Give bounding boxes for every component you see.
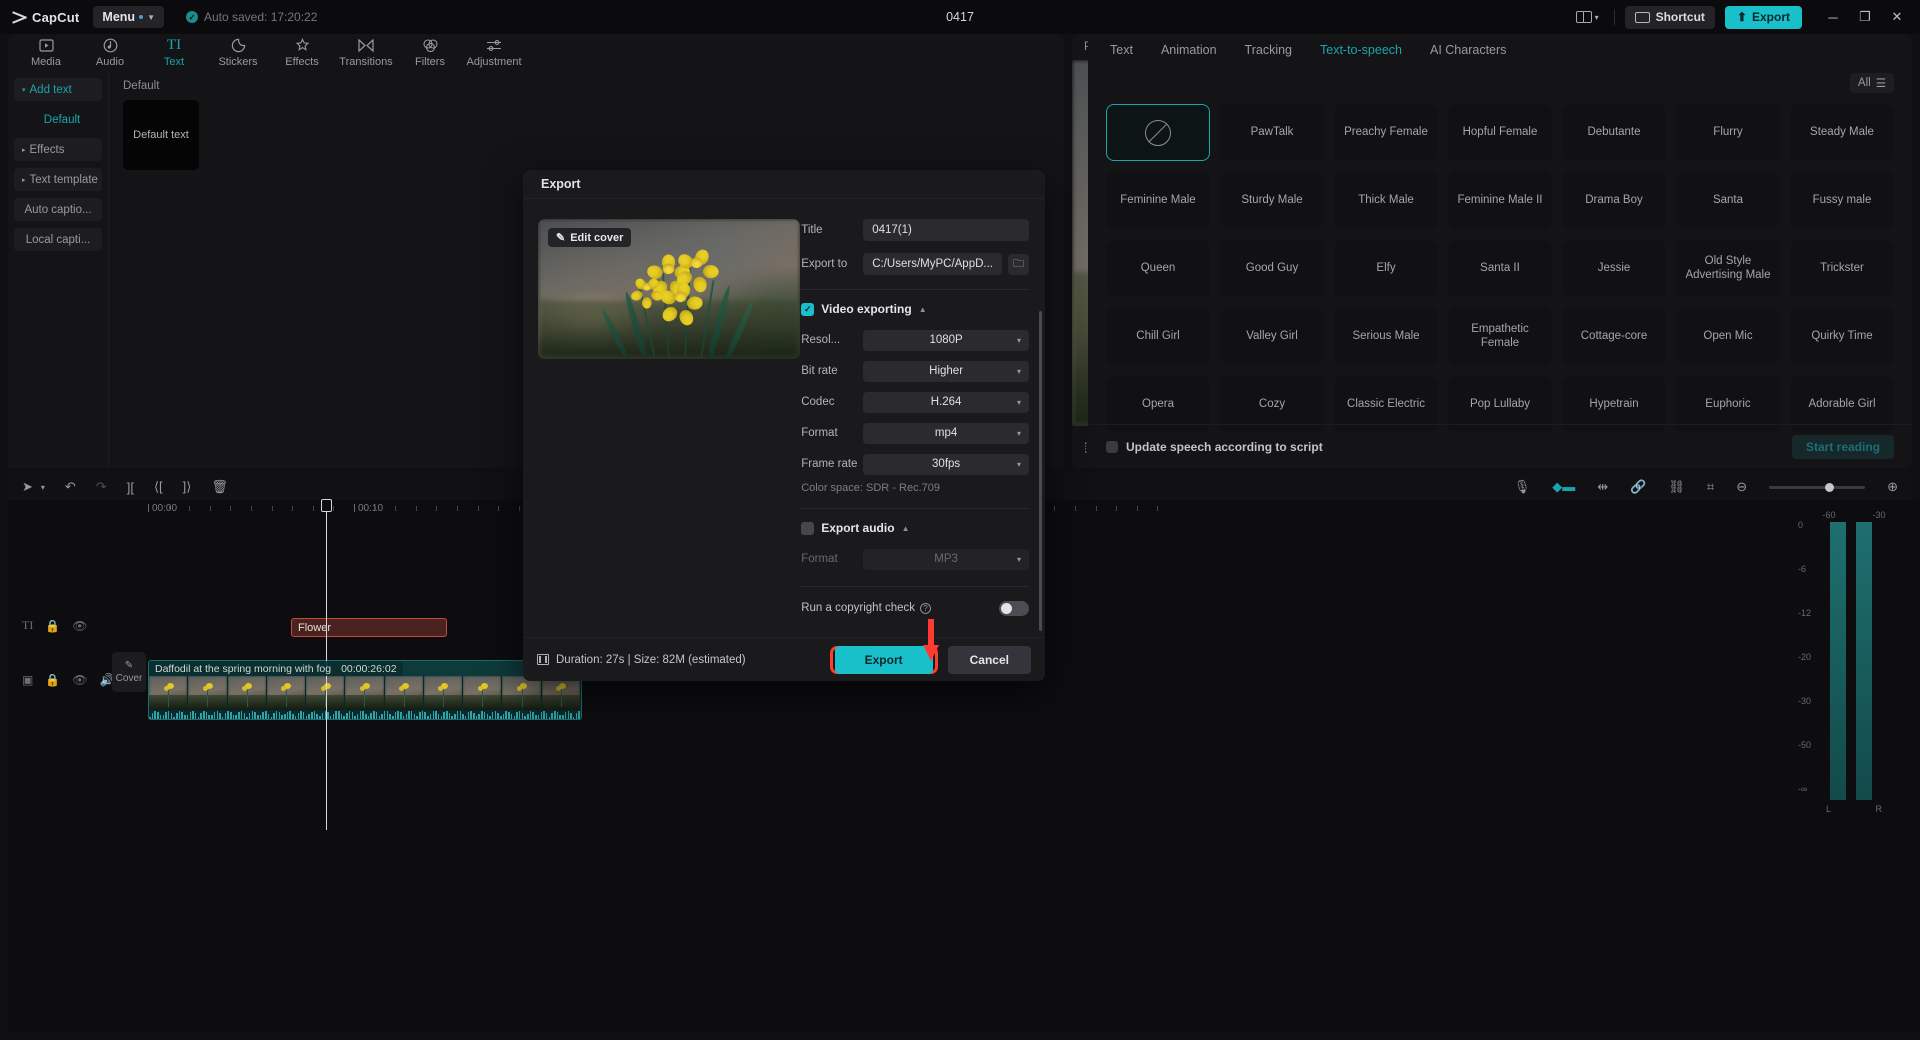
- setting-label: Resol...: [801, 334, 841, 346]
- divider: [801, 508, 1029, 509]
- annotation-arrow-icon: [923, 619, 939, 661]
- setting-value: H.264: [930, 396, 962, 408]
- export-dialog-footer: Duration: 27s | Size: 82M (estimated) Ex…: [523, 637, 1045, 681]
- setting-dropdown: MP3 ▾: [863, 548, 1029, 570]
- title-input[interactable]: 0417(1): [863, 219, 1029, 241]
- setting-dropdown[interactable]: 1080P ▾: [863, 329, 1029, 351]
- export-dialog-header: Export: [523, 170, 1045, 199]
- copyright-check-row: Run a copyright check ?: [801, 595, 1029, 621]
- title-label: Title: [801, 224, 823, 236]
- setting-value: 1080P: [929, 334, 963, 346]
- duration-size-text-wrap: Duration: 27s | Size: 82M (estimated): [537, 654, 746, 666]
- setting-label: Format: [801, 553, 838, 565]
- export-audio-label: Export audio: [821, 521, 895, 535]
- setting-dropdown[interactable]: Higher ▾: [863, 360, 1029, 382]
- export-to-input[interactable]: C:/Users/MyPC/AppD...: [863, 253, 1002, 275]
- browse-folder-button[interactable]: 🗀: [1008, 253, 1029, 275]
- export-dialog-title: Export: [541, 177, 581, 191]
- audio-settings-rows: Format MP3 ▾: [801, 546, 1029, 572]
- chevron-down-icon: ▾: [1016, 397, 1021, 407]
- setting-row: Format mp4 ▾: [801, 420, 1029, 446]
- chevron-down-icon: ▾: [1016, 366, 1021, 376]
- title-field-row: Title 0417(1): [801, 215, 1029, 245]
- cover-preview-section: ✎ Edit cover: [523, 199, 801, 637]
- chevron-down-icon: ▾: [1016, 428, 1021, 438]
- color-space-text: Color space: SDR - Rec.709: [801, 482, 940, 494]
- video-exporting-header: ✓ Video exporting ▲: [801, 302, 1029, 316]
- export-audio-header: Export audio ▲: [801, 521, 1029, 535]
- cover-thumbnail[interactable]: ✎ Edit cover: [538, 219, 800, 359]
- pencil-icon: ✎: [556, 232, 566, 244]
- setting-dropdown[interactable]: mp4 ▾: [863, 422, 1029, 444]
- video-clip-duration: 00:00:26:02: [341, 662, 397, 675]
- video-clip-title: Daffodil at the spring morning with fog: [155, 662, 332, 675]
- video-exporting-checkbox[interactable]: ✓: [801, 302, 815, 316]
- setting-dropdown[interactable]: 30fps ▾: [863, 453, 1029, 475]
- divider: [801, 289, 1029, 290]
- setting-value: 30fps: [932, 458, 961, 470]
- divider: [801, 586, 1029, 587]
- video-clip-label-row: Daffodil at the spring morning with fog …: [149, 661, 403, 676]
- setting-label: Frame rate: [801, 458, 858, 470]
- chevron-down-icon: ▾: [1016, 335, 1021, 345]
- help-icon[interactable]: ?: [920, 602, 932, 614]
- setting-row: Bit rate Higher ▾: [801, 358, 1029, 384]
- settings-scrollbar[interactable]: [1039, 311, 1042, 631]
- copyright-check-label: Run a copyright check: [801, 602, 916, 614]
- edit-cover-button[interactable]: ✎ Edit cover: [548, 228, 632, 247]
- video-settings-rows: Resol... 1080P ▾ Bit rate Higher ▾ Codec H.264 ▾…: [801, 327, 1029, 477]
- setting-row: Resol... 1080P ▾: [801, 327, 1029, 353]
- export-dialog-body: ✎ Edit cover Title 0417(1) Export to C:/…: [523, 199, 1045, 637]
- setting-label: Bit rate: [801, 365, 838, 377]
- export-to-label: Export to: [801, 258, 848, 270]
- video-exporting-label: Video exporting: [821, 302, 912, 316]
- export-audio-checkbox[interactable]: [801, 521, 815, 535]
- export-settings: Title 0417(1) Export to C:/Users/MyPC/Ap…: [801, 199, 1045, 637]
- capcut-app-window: CapCut Menu ▼ ✓ Auto saved: 17:20:22 041…: [0, 0, 1920, 1040]
- chevron-down-icon: ▾: [1016, 554, 1021, 564]
- copyright-check-label-wrap: Run a copyright check ?: [801, 602, 932, 614]
- edit-cover-label: Edit cover: [570, 231, 624, 244]
- export-to-row: Export to C:/Users/MyPC/AppD... 🗀: [801, 249, 1029, 279]
- setting-row: Format MP3 ▾: [801, 546, 1029, 572]
- film-icon: [537, 654, 549, 665]
- duration-size-text: Duration: 27s | Size: 82M (estimated): [556, 653, 746, 666]
- export-confirm-button[interactable]: Export: [834, 645, 933, 674]
- export-dialog: Export ✎ Edit cover Title 0417(1) Export…: [523, 170, 1045, 681]
- setting-row: Codec H.264 ▾: [801, 389, 1029, 415]
- setting-label: Codec: [801, 396, 835, 408]
- toggle-knob: [1001, 602, 1012, 614]
- setting-value: Higher: [929, 365, 964, 377]
- cancel-button[interactable]: Cancel: [947, 645, 1031, 674]
- setting-label: Format: [801, 427, 838, 439]
- chevron-up-icon[interactable]: ▲: [919, 305, 927, 314]
- setting-dropdown[interactable]: H.264 ▾: [863, 391, 1029, 413]
- copyright-check-toggle[interactable]: [999, 600, 1029, 616]
- chevron-down-icon: ▾: [1016, 459, 1021, 469]
- setting-row: Frame rate 30fps ▾: [801, 451, 1029, 477]
- setting-value: MP3: [934, 553, 958, 565]
- folder-icon: 🗀: [1013, 257, 1024, 270]
- chevron-up-icon[interactable]: ▲: [902, 524, 910, 533]
- setting-value: mp4: [934, 427, 958, 439]
